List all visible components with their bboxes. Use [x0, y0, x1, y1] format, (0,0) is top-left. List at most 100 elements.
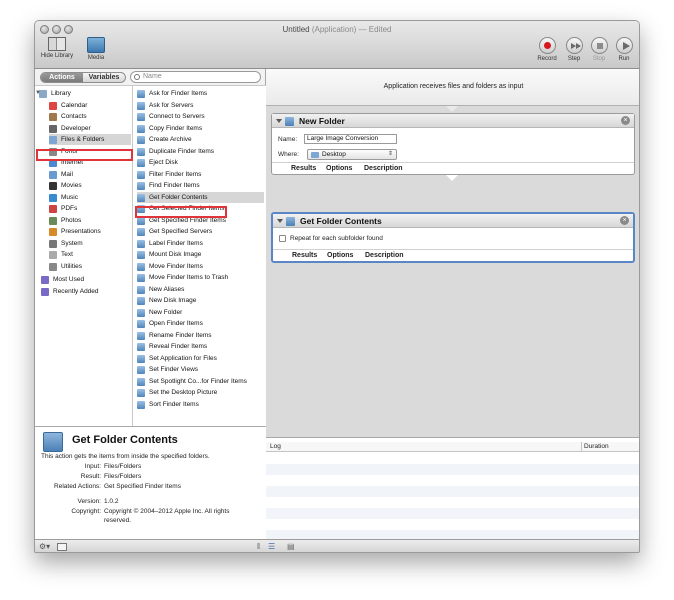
get-folder-options-tab[interactable]: Options — [327, 252, 353, 259]
where-popup[interactable]: Desktop ⇕ — [307, 149, 397, 160]
repeat-subfolder-checkbox[interactable] — [279, 235, 286, 242]
category-item[interactable]: Library ▼ — [35, 88, 131, 99]
category-item[interactable]: Contacts — [49, 111, 131, 122]
get-folder-description-tab[interactable]: Description — [365, 252, 404, 259]
action-item[interactable]: Eject Disk — [137, 157, 264, 168]
collapse-triangle-icon[interactable] — [277, 219, 283, 223]
category-item[interactable]: Developer — [49, 123, 131, 134]
tab-actions[interactable]: Actions — [41, 73, 83, 82]
run-button[interactable]: Run — [612, 37, 636, 62]
category-item[interactable]: PDFs — [49, 203, 131, 214]
gear-menu-icon[interactable]: ⚙▾ — [39, 542, 50, 551]
automator-action-icon — [137, 101, 145, 110]
category-item[interactable]: System — [49, 238, 131, 249]
hide-library-button[interactable]: Hide Library — [40, 37, 74, 59]
media-button[interactable]: Media — [83, 37, 109, 61]
get-folder-results-tab[interactable]: Results — [292, 252, 317, 259]
category-item[interactable]: Text — [49, 249, 131, 260]
bottom-bar: ⚙▾ ⦀ ☰ ▤ — [35, 539, 639, 552]
action-item[interactable]: Copy Finder Items — [137, 123, 264, 134]
action-item[interactable]: Move Finder Items — [137, 261, 264, 272]
tab-variables[interactable]: Variables — [83, 73, 125, 82]
action-item[interactable]: Get Specified Servers — [137, 226, 264, 237]
new-folder-action[interactable]: New Folder × Name: Large Image Conversio… — [271, 113, 635, 175]
log-column-divider — [581, 442, 582, 452]
action-item[interactable]: Rename Finder Items — [137, 330, 264, 341]
category-item[interactable]: Most Used — [41, 274, 131, 285]
run-icon — [615, 37, 633, 54]
splitter-handle-icon[interactable]: ⦀ — [257, 542, 261, 552]
action-item[interactable]: Filter Finder Items — [137, 169, 264, 180]
action-label: Set the Desktop Picture — [149, 389, 218, 396]
input-label: Input: — [84, 463, 101, 470]
action-item[interactable]: Set Finder Views — [137, 364, 264, 375]
category-item[interactable]: Photos — [49, 215, 131, 226]
action-item[interactable]: Get Folder Contents — [137, 191, 264, 203]
new-folder-results-tab[interactable]: Results — [291, 165, 316, 172]
show-description-icon[interactable] — [57, 543, 67, 551]
automator-action-icon — [137, 170, 145, 179]
action-item[interactable]: Duplicate Finder Items — [137, 146, 264, 157]
show-variables-icon[interactable]: ▤ — [287, 542, 295, 551]
category-item[interactable]: Files & Folders — [49, 134, 131, 145]
new-folder-options-tab[interactable]: Options — [326, 165, 352, 172]
new-folder-title: New Folder — [299, 116, 345, 126]
category-item[interactable]: Music — [49, 192, 131, 203]
collapse-triangle-icon[interactable] — [276, 119, 282, 123]
action-item[interactable]: Ask for Servers — [137, 100, 264, 111]
disclosure-triangle-icon[interactable]: ▼ — [35, 88, 41, 99]
category-label: Calendar — [61, 101, 88, 109]
duration-column-header[interactable]: Duration — [584, 443, 609, 450]
action-item[interactable]: New Disk Image — [137, 295, 264, 306]
action-item[interactable]: Create Archive — [137, 134, 264, 145]
action-item[interactable]: Open Finder Items — [137, 318, 264, 329]
category-label: Movies — [61, 182, 82, 189]
category-item[interactable]: Calendar — [49, 100, 131, 111]
stop-icon — [590, 37, 608, 54]
action-item[interactable]: Sort Finder Items — [137, 399, 264, 410]
action-item[interactable]: Ask for Finder Items — [137, 88, 264, 99]
folder-name-field[interactable]: Large Image Conversion — [304, 134, 397, 144]
search-icon — [134, 74, 140, 80]
category-label: Files & Folders — [61, 136, 105, 143]
automator-action-icon — [137, 343, 145, 351]
automator-action-icon — [137, 366, 145, 374]
media-label: Media — [87, 55, 105, 61]
action-item[interactable]: New Aliases — [137, 284, 264, 295]
remove-action-icon[interactable]: × — [621, 116, 630, 125]
category-item[interactable]: Recently Added — [41, 286, 131, 297]
action-item[interactable]: New Folder — [137, 307, 264, 318]
action-item[interactable]: Set the Desktop Picture — [137, 387, 264, 398]
description-text: This action gets the items from inside t… — [41, 453, 210, 460]
action-label: Eject Disk — [149, 159, 178, 166]
category-item[interactable]: Movies — [49, 180, 131, 191]
action-item[interactable]: Reveal Finder Items — [137, 341, 264, 352]
action-item[interactable]: Connect to Servers — [137, 111, 264, 122]
category-label: Library — [51, 90, 71, 97]
remove-action-icon[interactable]: × — [620, 216, 629, 225]
action-item[interactable]: Mount Disk Image — [137, 249, 264, 260]
action-item[interactable]: Set Application for Files — [137, 353, 264, 364]
category-item[interactable]: Mail — [49, 169, 131, 180]
related-actions-value[interactable]: Get Specified Finder Items — [104, 483, 181, 490]
title-bar: Untitled (Application) — Edited Hide Lib… — [35, 21, 639, 69]
record-button[interactable]: Record — [535, 37, 559, 62]
action-item[interactable]: Label Finder Items — [137, 238, 264, 249]
action-label: Move Finder Items — [149, 262, 203, 270]
get-folder-contents-action[interactable]: Get Folder Contents × Repeat for each su… — [271, 212, 635, 263]
action-label: New Disk Image — [149, 297, 197, 304]
step-button[interactable]: Step — [562, 37, 586, 62]
category-item[interactable]: Presentations — [49, 226, 131, 237]
action-item[interactable]: Find Finder Items — [137, 180, 264, 191]
show-log-icon[interactable]: ☰ — [268, 542, 275, 551]
stop-button[interactable]: Stop — [587, 37, 611, 62]
action-item[interactable]: Move Finder Items to Trash — [137, 272, 264, 283]
action-automator-icon — [43, 432, 63, 452]
category-item[interactable]: Utilities — [49, 261, 131, 272]
input-value: Files/Folders — [104, 463, 142, 470]
action-item[interactable]: Set Spotlight Co...for Finder Items — [137, 376, 264, 387]
action-label: New Aliases — [149, 285, 185, 293]
search-field[interactable]: Name — [130, 71, 261, 83]
log-column-header[interactable]: Log — [270, 443, 281, 450]
new-folder-description-tab[interactable]: Description — [364, 165, 403, 172]
